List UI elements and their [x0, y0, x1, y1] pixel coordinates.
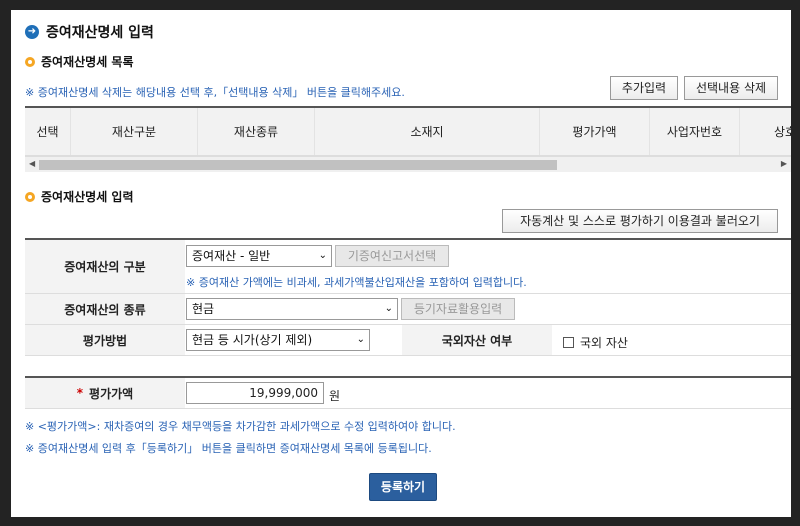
bullet-icon: [25, 191, 35, 202]
load-calculation-button[interactable]: 자동계산 및 스스로 평가하기 이용결과 불러오기: [502, 209, 778, 233]
type-row: 증여재산의 종류 현금 ⌄ 등기자료활용입력: [25, 294, 791, 325]
delete-selected-button[interactable]: 선택내용 삭제: [684, 76, 778, 100]
main-panel: ➜ 증여재산명세 입력 증여재산명세 목록 ※ 증여재산명세 삭제는 해당내용 …: [11, 10, 791, 517]
type-select-value: 현금: [192, 302, 215, 316]
scroll-right-icon[interactable]: ▶: [781, 159, 787, 168]
scrollbar-thumb[interactable]: [39, 160, 557, 170]
asset-list-table: 선택 재산구분 재산종류 소재지 평가가액 사업자번호 상호 ◀ ▶: [25, 106, 791, 172]
page-title: ➜ 증여재산명세 입력: [25, 22, 154, 42]
page-title-text: 증여재산명세 입력: [46, 25, 154, 41]
asset-input-form: 증여재산의 구분 증여재산 - 일반 ⌄ 기증여신고서선택 ※ 증여재산 가액에…: [25, 238, 791, 409]
chevron-down-icon: ⌄: [318, 250, 327, 261]
column-header-category: 재산구분: [71, 108, 198, 155]
register-button[interactable]: 등록하기: [369, 473, 437, 501]
value-input[interactable]: 19,999,000: [186, 382, 324, 404]
register-note: ※ 증여재산명세 입력 후「등록하기」 버튼을 클릭하면 증여재산명세 목록에 …: [25, 442, 432, 455]
method-select[interactable]: 현금 등 시가(상기 제외) ⌄: [186, 329, 370, 351]
value-row: * 평가가액 19,999,000 원: [25, 376, 791, 409]
registry-data-button[interactable]: 등기자료활용입력: [401, 298, 515, 320]
column-header-value: 평가가액: [540, 108, 650, 155]
list-section-title-text: 증여재산명세 목록: [41, 55, 134, 69]
list-notice: ※ 증여재산명세 삭제는 해당내용 선택 후,「선택내용 삭제」 버튼을 클릭해…: [25, 86, 405, 99]
bullet-icon: [25, 56, 35, 67]
method-select-value: 현금 등 시가(상기 제외): [192, 333, 313, 347]
method-row: 평가방법 현금 등 시가(상기 제외) ⌄ 국외자산 여부 국외 자산: [25, 325, 791, 356]
column-header-business-number: 사업자번호: [650, 108, 740, 155]
foreign-asset-checkbox-label: 국외 자산: [580, 336, 628, 350]
foreign-asset-label: 국외자산 여부: [402, 325, 552, 355]
input-section-title-text: 증여재산명세 입력: [41, 190, 134, 204]
value-label: * 평가가액: [25, 378, 185, 408]
chevron-down-icon: ⌄: [384, 303, 393, 314]
input-section-title: 증여재산명세 입력: [25, 188, 134, 205]
chevron-down-icon: ⌄: [356, 334, 365, 345]
value-note: ※ <평가가액>: 재차증여의 경우 채무액등을 차가감한 과세가액으로 수정 …: [25, 420, 456, 433]
column-header-type: 재산종류: [198, 108, 315, 155]
foreign-asset-checkbox[interactable]: [563, 337, 574, 348]
foreign-asset-option: 국외 자산: [563, 334, 628, 351]
required-mark: *: [76, 386, 84, 400]
value-unit: 원: [329, 389, 341, 403]
category-row: 증여재산의 구분 증여재산 - 일반 ⌄ 기증여신고서선택 ※ 증여재산 가액에…: [25, 240, 791, 294]
column-header-company: 상호: [774, 125, 791, 139]
list-section-title: 증여재산명세 목록: [25, 53, 134, 70]
table-header-row: 선택 재산구분 재산종류 소재지 평가가액 사업자번호 상호: [25, 108, 791, 156]
value-label-text: 평가가액: [89, 386, 134, 401]
category-select[interactable]: 증여재산 - 일반 ⌄: [186, 245, 332, 267]
category-select-value: 증여재산 - 일반: [192, 249, 271, 263]
method-label: 평가방법: [25, 325, 185, 355]
category-note: ※ 증여재산 가액에는 비과세, 과세가액불산입재산을 포함하여 입력합니다.: [186, 276, 527, 289]
arrow-right-icon: ➜: [25, 25, 39, 39]
add-entry-button[interactable]: 추가입력: [610, 76, 678, 100]
horizontal-scrollbar[interactable]: ◀ ▶: [25, 156, 791, 172]
type-label: 증여재산의 종류: [25, 294, 185, 324]
scroll-left-icon[interactable]: ◀: [29, 159, 35, 168]
type-select[interactable]: 현금 ⌄: [186, 298, 398, 320]
prior-report-select-button[interactable]: 기증여신고서선택: [335, 245, 449, 267]
column-header-location: 소재지: [315, 108, 540, 155]
category-label: 증여재산의 구분: [25, 240, 185, 293]
column-header-select: 선택: [25, 108, 71, 155]
